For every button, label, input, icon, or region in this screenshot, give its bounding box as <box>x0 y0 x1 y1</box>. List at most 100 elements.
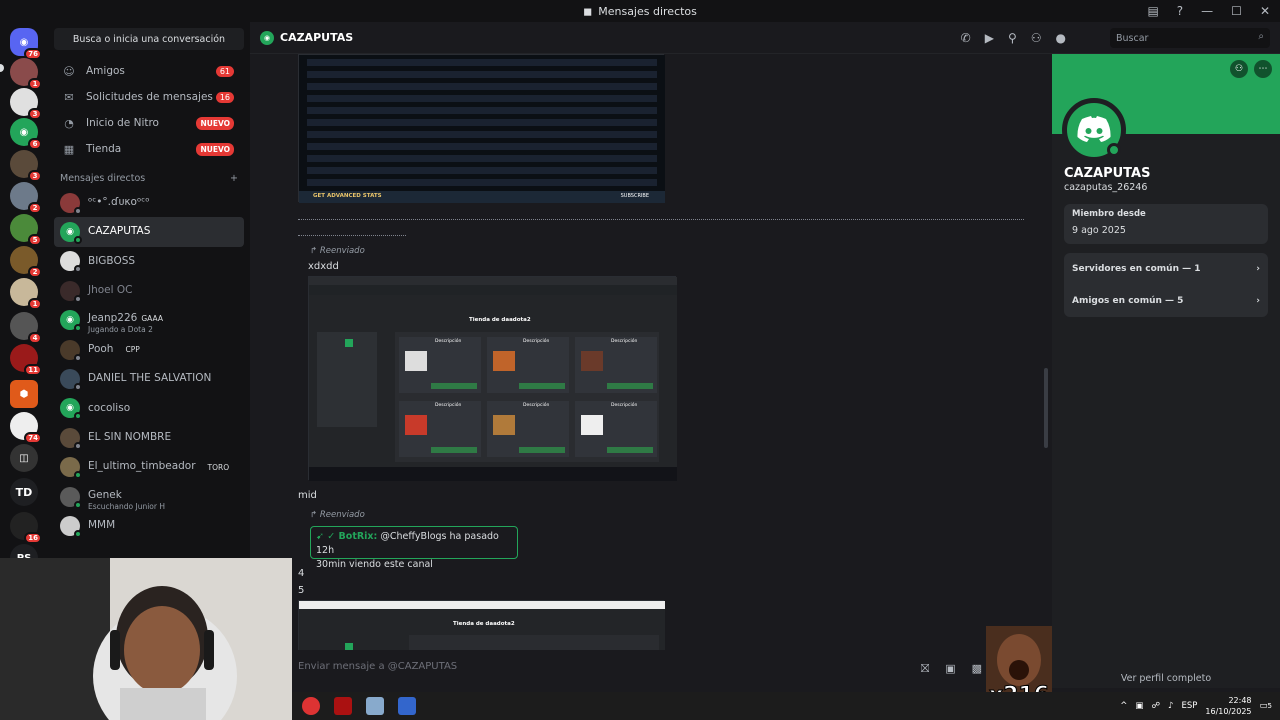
volume-icon[interactable]: ♪ <box>1168 701 1173 711</box>
server-icon[interactable]: 16 <box>10 512 42 544</box>
server-badge: 2 <box>28 266 42 278</box>
server-icon[interactable]: 5 <box>10 214 42 246</box>
view-full-profile-link[interactable]: Ver perfil completo <box>1052 673 1280 684</box>
search-input[interactable]: Buscar ⌕ <box>1110 28 1270 48</box>
server-icon[interactable]: ◉ 6 <box>10 118 42 150</box>
server-ps[interactable]: PS <box>10 544 38 558</box>
server-td[interactable]: TD <box>10 478 38 506</box>
system-tray: ^ ▣ ☍ ♪ ESP 22:48 16/10/2025 ▭5 <box>1120 692 1272 720</box>
server-icon[interactable]: 3 <box>10 150 42 182</box>
nav-nitro[interactable]: ◔ Inicio de Nitro NUEVO <box>54 110 244 136</box>
dm-item[interactable]: ᵒᶜ•°.ɗᴜκᴏᵒᶜᵒ <box>54 188 244 217</box>
call-icon[interactable]: ✆ <box>961 31 971 45</box>
gif-icon[interactable]: ▣ <box>945 662 955 676</box>
sticker-icon[interactable]: ▩ <box>972 662 982 676</box>
nav-shop[interactable]: ▦ Tienda NUEVO <box>54 136 244 162</box>
more-icon[interactable]: ⋯ <box>1254 60 1272 78</box>
title-group: ◼ Mensajes directos <box>583 5 697 18</box>
add-friend-icon[interactable]: ⚇ <box>1031 31 1042 45</box>
avatar <box>60 486 82 509</box>
attachment-image[interactable]: Tienda de daadota2 Descripción Descripci… <box>308 276 677 481</box>
message-input[interactable]: Enviar mensaje a @CAZAPUTAS <box>298 661 457 672</box>
clock-date: 16/10/2025 <box>1205 707 1252 716</box>
dm-item[interactable]: ◉ cocoliso <box>54 394 244 423</box>
dm-item[interactable]: DANIEL THE SALVATION <box>54 364 244 393</box>
dota-icon[interactable] <box>334 697 352 715</box>
server-badge: 3 <box>28 108 42 120</box>
avatar: ◉ <box>60 310 82 333</box>
header-tools: ✆ ▶ ⚲ ⚇ ● <box>961 22 1066 54</box>
attachment-image[interactable]: Tienda de daadota2 <box>298 600 665 650</box>
mutual-servers-row[interactable]: Servidores en común — 1 › <box>1064 253 1268 285</box>
gift-icon[interactable]: ⛝ <box>921 662 929 676</box>
attachment-image[interactable]: GET ADVANCED STATS SUBSCRIBE <box>298 54 665 203</box>
profile-username: cazaputas_26246 <box>1064 182 1148 193</box>
embed-author: ➹ ✓ BotRix: <box>316 531 378 542</box>
dm-name: Jeanp226 <box>88 312 138 325</box>
discord-logo-icon: ◼ <box>583 4 593 18</box>
home-server-icon[interactable]: ◉ 76 <box>10 28 42 60</box>
nav-friends[interactable]: ☺ Amigos 61 <box>54 58 244 84</box>
server-icon[interactable]: 1 <box>10 278 42 310</box>
dm-item[interactable]: Genek Escuchando Junior H <box>54 482 244 511</box>
server-icon[interactable]: 2 <box>10 182 42 214</box>
dm-item[interactable]: El_ultimo_timbeador TORO <box>54 453 244 482</box>
user-profile-icon[interactable]: ● <box>1056 31 1066 45</box>
avatar <box>60 369 82 392</box>
window-title: Mensajes directos <box>598 4 697 18</box>
conversation-search-button[interactable]: Busca o inicia una conversación <box>54 28 244 50</box>
dm-name: Jhoel OC <box>88 284 133 297</box>
add-dm-icon[interactable]: + <box>230 173 238 184</box>
network-icon[interactable]: ☍ <box>1151 701 1160 711</box>
server-icon[interactable]: 1 <box>10 58 42 90</box>
help-icon[interactable]: ? <box>1177 4 1183 18</box>
server-icon[interactable]: 4 <box>10 312 42 344</box>
dm-item[interactable]: BIGBOSS <box>54 247 244 276</box>
dm-item[interactable]: ◉ Jeanp226 GAAA Jugando a Dota 2 <box>54 306 244 335</box>
add-friend-icon[interactable]: ⚇ <box>1230 60 1248 78</box>
mutual-friends-row[interactable]: Amigos en común — 5 › <box>1064 285 1268 317</box>
server-icon[interactable]: 74 <box>10 412 42 444</box>
server-icon[interactable]: ⬢ <box>10 380 38 408</box>
dm-tag: CPP <box>125 345 140 355</box>
tray-icon[interactable]: ▣ <box>1135 701 1143 711</box>
message-list[interactable]: GET ADVANCED STATS SUBSCRIBE ↱ Reenviado… <box>250 54 1052 650</box>
store-title: Tienda de daadota2 <box>453 621 515 627</box>
minimize-icon[interactable]: — <box>1201 4 1213 18</box>
dm-item[interactable]: EL SIN NOMBRE <box>54 423 244 452</box>
server-badge: 74 <box>24 432 42 444</box>
clock[interactable]: 22:48 16/10/2025 <box>1205 695 1251 717</box>
app-icon[interactable] <box>366 697 384 715</box>
server-icon[interactable]: 3 <box>10 88 42 120</box>
server-icon[interactable]: 2 <box>10 246 42 278</box>
server-badge: 1 <box>28 298 42 310</box>
chevron-up-icon[interactable]: ^ <box>1120 701 1127 711</box>
banner-buttons: ⚇ ⋯ <box>1230 60 1272 78</box>
mail-icon: ✉ <box>64 90 74 104</box>
close-icon[interactable]: ✕ <box>1260 4 1270 18</box>
title-bar: ◼ Mensajes directos ▤ ? — ☐ ✕ <box>0 0 1280 22</box>
botrix-embed: ➹ ✓ BotRix: @CheffyBlogs ha pasado 12h 3… <box>310 526 518 570</box>
nav-message-requests[interactable]: ✉ Solicitudes de mensajes 16 <box>54 84 244 110</box>
language-indicator[interactable]: ESP <box>1181 701 1197 711</box>
maximize-icon[interactable]: ☐ <box>1231 4 1242 18</box>
video-icon[interactable]: ▶ <box>985 31 994 45</box>
dm-item[interactable]: Jhoel OC <box>54 276 244 305</box>
inbox-icon[interactable]: ▤ <box>1147 4 1158 18</box>
server-icon[interactable]: ◫ <box>10 444 38 472</box>
store-card-desc: Descripción <box>435 403 462 408</box>
dm-name: CAZAPUTAS <box>88 225 151 238</box>
obs-icon[interactable] <box>302 697 320 715</box>
dm-item-active[interactable]: ◉ CAZAPUTAS <box>54 217 244 247</box>
calculator-icon[interactable] <box>398 697 416 715</box>
server-icon[interactable]: 11 <box>10 344 42 376</box>
dm-item[interactable]: Pooh CPP <box>54 335 244 364</box>
divider <box>298 219 1024 220</box>
dm-sidebar: Busca o inicia una conversación ☺ Amigos… <box>48 22 250 558</box>
store-card-desc: Descripción <box>523 339 550 344</box>
notification-icon[interactable]: ▭5 <box>1260 701 1273 711</box>
server-rail: ◉ 76 1 3 ◉ 6 3 2 5 2 1 4 11 ⬢ 74 ◫ TD 16 P… <box>0 22 48 558</box>
pin-icon[interactable]: ⚲ <box>1008 31 1017 45</box>
dm-item[interactable]: MMM <box>54 511 244 540</box>
scrollbar[interactable] <box>1044 368 1048 448</box>
